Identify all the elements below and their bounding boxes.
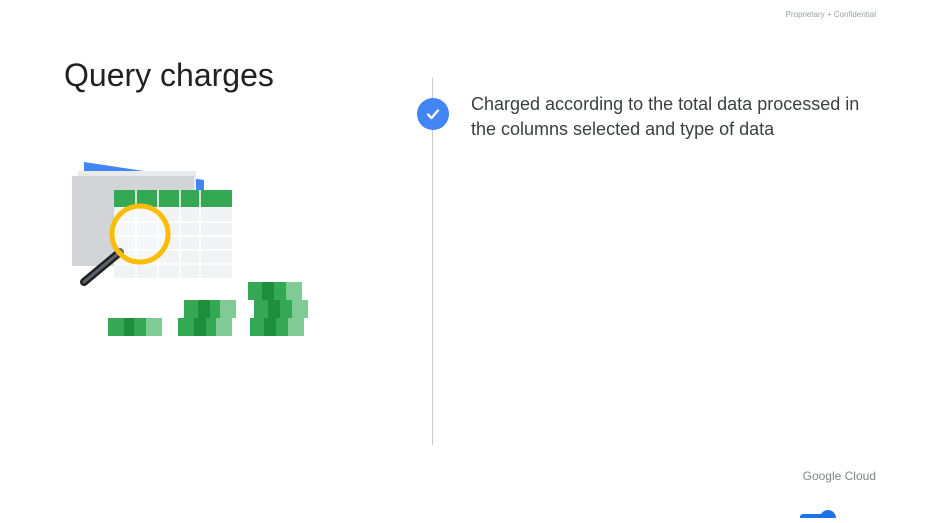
- query-charges-illustration: [64, 80, 324, 350]
- bullet-text: Charged according to the total data proc…: [471, 94, 860, 139]
- partial-corner-widget: [800, 505, 860, 523]
- google-cloud-logo: Google Cloud: [802, 469, 876, 483]
- table-magnifier-money-icon: [72, 162, 308, 336]
- confidential-label: Proprietary + Confidential: [785, 10, 877, 19]
- check-circle-icon: [417, 98, 449, 130]
- vertical-divider: [432, 78, 433, 445]
